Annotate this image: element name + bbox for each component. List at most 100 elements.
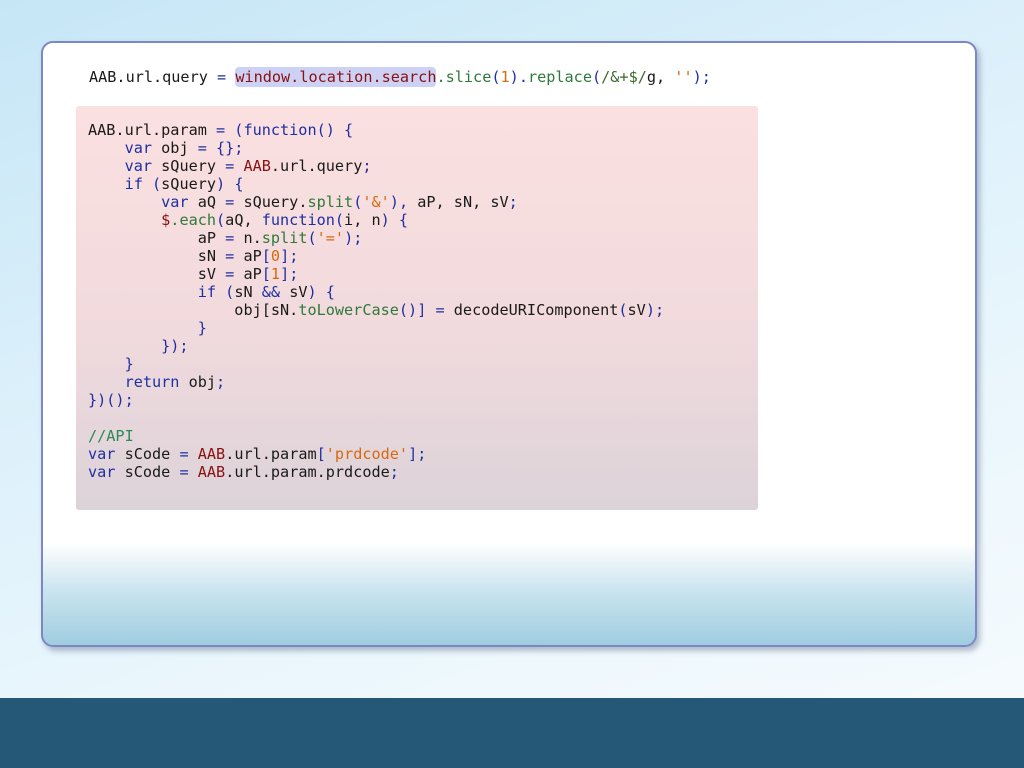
query-code-line: AAB.url.query = window.location.search.s… <box>89 67 711 87</box>
code-token: ). <box>509 68 528 86</box>
code-token: = <box>179 463 198 481</box>
code-token: AAB <box>197 445 226 463</box>
code-line: //API <box>88 427 134 445</box>
code-line: var aQ = sQuery.split('&'), aP, sN, sV; <box>88 193 518 211</box>
code-token: obj <box>188 373 217 391</box>
code-token: aP <box>243 247 262 265</box>
code-line: }); <box>88 337 189 355</box>
code-token: ; <box>389 463 399 481</box>
code-token: .url.param <box>225 445 317 463</box>
code-token: aQ, <box>225 211 262 229</box>
code-token: ()] <box>398 301 436 319</box>
code-token: .url.param.prdcode <box>225 463 390 481</box>
code-token: [ <box>316 445 326 463</box>
code-token: .slice <box>436 68 492 86</box>
code-token: ]; <box>280 265 299 283</box>
code-token: ; <box>508 193 518 211</box>
code-token: = <box>217 68 236 86</box>
code-token: ; <box>362 157 372 175</box>
code-line: var sCode = AAB.url.param.prdcode; <box>88 463 399 481</box>
code-token: })(); <box>88 391 134 409</box>
code-token: AAB <box>243 157 271 175</box>
code-token: function( <box>261 211 345 229</box>
code-token: decodeURIComponent <box>453 301 619 319</box>
code-token: sCode <box>124 463 180 481</box>
code-token: ( <box>591 68 602 86</box>
code-token: sQuery. <box>243 193 308 211</box>
code-token: = <box>225 265 244 283</box>
code-token: sQuery <box>161 175 217 193</box>
code-line: } <box>88 355 134 373</box>
code-token: var <box>88 463 125 481</box>
code-token: sV <box>627 301 646 319</box>
code-line: } <box>88 319 207 337</box>
code-token: '&' <box>362 193 390 211</box>
code-token: g, <box>646 68 675 86</box>
code-token: }); <box>88 337 189 355</box>
code-token: [ <box>261 247 271 265</box>
code-token: if ( <box>88 175 162 193</box>
code-token: ( <box>216 211 226 229</box>
code-token: sN <box>88 247 226 265</box>
code-token: sQuery <box>161 157 226 175</box>
code-line: })(); <box>88 391 134 409</box>
code-token: ; <box>216 373 226 391</box>
code-token: = <box>225 229 244 247</box>
code-line: var sQuery = AAB.url.query; <box>88 157 372 175</box>
code-token: sCode <box>124 445 180 463</box>
code-token: var <box>88 157 162 175</box>
code-line: var sCode = AAB.url.param['prdcode']; <box>88 445 426 463</box>
bottom-bar <box>0 698 1024 768</box>
code-token: //API <box>88 427 134 445</box>
code-token: ), <box>389 193 418 211</box>
code-token: toLowerCase <box>298 301 399 319</box>
code-token: = {}; <box>197 139 244 157</box>
code-line: if (sN && sV) { <box>88 283 335 301</box>
code-token: = <box>225 157 244 175</box>
code-token: /&+$/ <box>601 68 647 86</box>
code-token: = <box>225 247 244 265</box>
code-token: obj[sN. <box>88 301 299 319</box>
highlighted-token: window.location.search <box>235 67 437 87</box>
code-token: 1 <box>500 68 510 86</box>
code-token: aP <box>88 229 226 247</box>
code-token: = (function() { <box>216 121 354 139</box>
code-token: } <box>88 355 134 373</box>
code-token: = <box>435 301 454 319</box>
code-token: var <box>88 445 125 463</box>
code-token: ); <box>692 68 711 86</box>
code-line: obj[sN.toLowerCase()] = decodeURICompone… <box>88 301 664 319</box>
code-token: '' <box>674 68 693 86</box>
code-token: aQ <box>197 193 226 211</box>
code-token: sN <box>234 283 262 301</box>
code-token: var <box>88 193 198 211</box>
code-token: .each <box>170 211 217 229</box>
code-token: AAB.url.param <box>88 121 217 139</box>
code-token: AAB <box>197 463 226 481</box>
code-line: AAB.url.param = (function() { <box>88 121 353 139</box>
code-token: ( <box>307 229 317 247</box>
code-token: [ <box>261 265 271 283</box>
code-token: && <box>261 283 290 301</box>
code-line: $.each(aQ, function(i, n) { <box>88 211 408 229</box>
code-line: sV = aP[1]; <box>88 265 299 283</box>
code-token: '=' <box>316 229 345 247</box>
code-token: AAB.url.query <box>89 68 218 86</box>
code-token: replace <box>527 68 592 86</box>
code-token: aP <box>243 265 262 283</box>
code-token: n. <box>243 229 262 247</box>
code-token: ( <box>353 193 363 211</box>
code-line: sN = aP[0]; <box>88 247 299 265</box>
code-token: 'prdcode' <box>325 445 409 463</box>
code-token: ]; <box>408 445 427 463</box>
code-token: ]; <box>280 247 299 265</box>
code-token: ); <box>645 301 665 319</box>
code-token: $ <box>88 211 171 229</box>
code-token: ) { <box>307 283 335 301</box>
code-token: aP, sN, sV <box>417 193 509 211</box>
code-line: aP = n.split('='); <box>88 229 363 247</box>
code-token: var <box>88 139 162 157</box>
code-token: .url.query <box>270 157 363 175</box>
code-token: sV <box>289 283 308 301</box>
code-token: if ( <box>88 283 235 301</box>
